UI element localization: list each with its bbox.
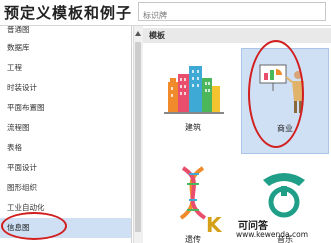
scroll-thumb[interactable]	[135, 42, 141, 232]
search-input[interactable]	[139, 7, 327, 24]
sidebar-scrollbar[interactable]	[133, 26, 143, 243]
search-box[interactable]	[138, 2, 327, 24]
category-item-floor-plan[interactable]: 平面布置图	[0, 98, 131, 118]
category-item-graphic-design[interactable]: 平面设计	[0, 158, 131, 178]
template-label-business: 商业	[277, 124, 293, 133]
template-gallery: 模板 建筑 商业 遗传 音乐	[143, 26, 331, 243]
template-tile-business[interactable]: 商业	[241, 48, 329, 154]
category-item-database[interactable]: 数据库	[0, 38, 131, 58]
category-item-table[interactable]: 表格	[0, 138, 131, 158]
template-tile-architecture[interactable]: 建筑	[147, 48, 239, 140]
watermark-brand-letter: K	[206, 213, 222, 237]
city-buildings-icon	[164, 66, 224, 114]
category-item-org-chart[interactable]: 图形组织	[0, 178, 131, 198]
category-item-engineering[interactable]: 工程	[0, 58, 131, 78]
category-item-fashion-design[interactable]: 时装设计	[0, 78, 131, 98]
category-item-flowchart[interactable]: 流程图	[0, 118, 131, 138]
business-presentation-icon	[259, 64, 304, 113]
scroll-up-arrow-icon[interactable]	[135, 31, 141, 36]
dialog-title: 预定义模板和例子	[4, 4, 133, 22]
watermark-logo: K 可问答 www.kewenda.com	[206, 213, 322, 241]
category-sidebar: 普通图 数据库 工程 时装设计 平面布置图 流程图 表格 平面设计 图形组织 工…	[0, 26, 132, 243]
template-label-architecture: 建筑	[185, 123, 201, 132]
category-item-industrial-automation[interactable]: 工业自动化	[0, 198, 131, 218]
template-dialog: 预定义模板和例子 普通图 数据库 工程 时装设计 平面布置图 流程图 表格 平面…	[0, 0, 331, 243]
category-item-infographic[interactable]: 信息图	[0, 218, 131, 238]
section-header-templates: 模板	[143, 28, 331, 43]
watermark-url: www.kewenda.com	[236, 230, 309, 239]
